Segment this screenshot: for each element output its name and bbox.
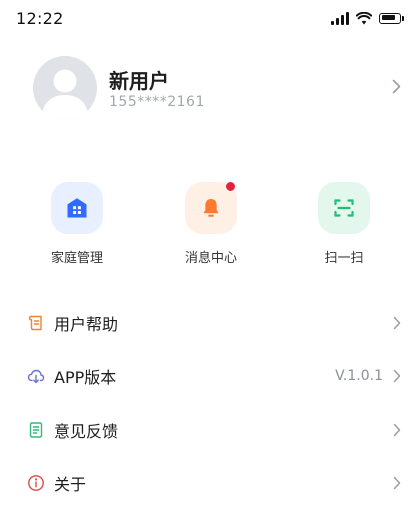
status-time: 12:22: [16, 9, 64, 28]
notification-badge: [225, 181, 236, 192]
user-silhouette-icon: [33, 56, 97, 120]
menu-item-user-help[interactable]: 用户帮助: [0, 296, 417, 350]
message-center-label: 消息中心: [163, 247, 259, 266]
menu-label: 用户帮助: [54, 311, 118, 335]
scan-icon: [318, 182, 370, 234]
user-phone: 155****2161: [109, 94, 205, 110]
menu-item-about[interactable]: 关于: [0, 457, 417, 510]
battery-fill: [382, 15, 396, 20]
settings-menu: 用户帮助 APP版本 V.1.0.1 意见反馈 关于: [0, 296, 417, 510]
scroll-icon: [27, 314, 45, 332]
family-management-label: 家庭管理: [29, 247, 125, 266]
message-center-button[interactable]: 消息中心: [163, 182, 259, 266]
chevron-right-icon: [393, 316, 401, 330]
menu-label: APP版本: [54, 364, 116, 388]
menu-label: 关于: [54, 471, 86, 495]
scan-label: 扫一扫: [296, 247, 392, 266]
cloud-download-icon: [27, 367, 45, 385]
status-icons: [331, 11, 401, 25]
menu-item-app-version[interactable]: APP版本 V.1.0.1: [0, 350, 417, 404]
wifi-icon: [356, 12, 372, 25]
avatar[interactable]: [33, 56, 97, 120]
app-version-value: V.1.0.1: [335, 368, 383, 384]
chevron-right-icon[interactable]: [392, 79, 401, 94]
quick-actions: 家庭管理 消息中心 扫一扫: [0, 182, 417, 272]
battery-icon: [379, 13, 401, 24]
user-name: 新用户: [109, 65, 169, 94]
signal-icon: [331, 11, 349, 25]
bell-icon: [185, 182, 237, 234]
chevron-right-icon: [393, 423, 401, 437]
menu-item-feedback[interactable]: 意见反馈: [0, 403, 417, 457]
document-icon: [27, 421, 45, 439]
home-grid-icon: [51, 182, 103, 234]
chevron-right-icon: [393, 369, 401, 383]
info-icon: [27, 474, 45, 492]
family-management-button[interactable]: 家庭管理: [29, 182, 125, 266]
profile-header[interactable]: 新用户 155****2161: [0, 52, 417, 124]
status-bar: 12:22: [0, 0, 417, 36]
menu-label: 意见反馈: [54, 418, 118, 442]
chevron-right-icon: [393, 476, 401, 490]
scan-button[interactable]: 扫一扫: [296, 182, 392, 266]
